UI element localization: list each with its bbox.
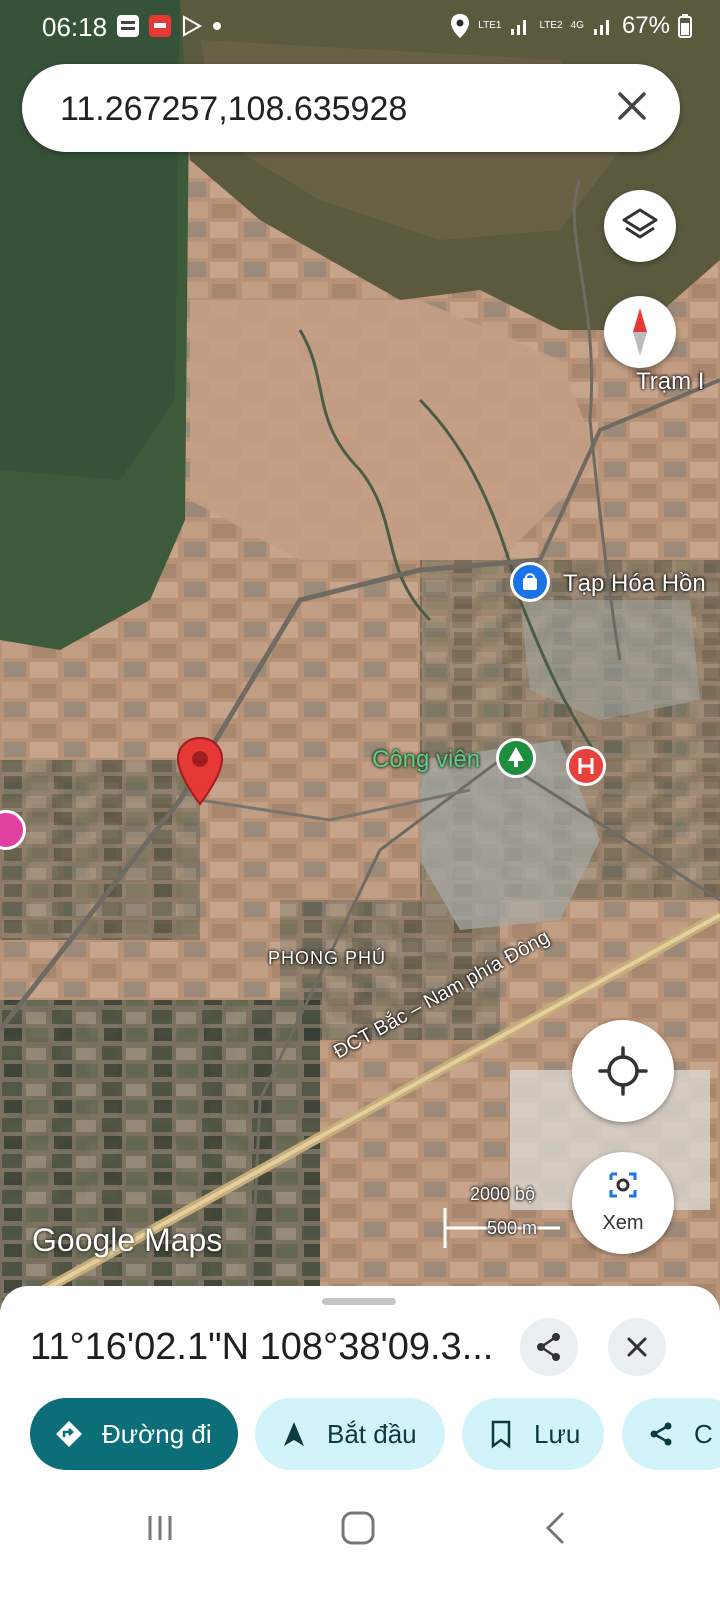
place-label-cong-vien[interactable]: Công viên <box>372 746 480 774</box>
close-sheet-button[interactable] <box>608 1318 666 1376</box>
share-icon <box>537 1333 560 1361</box>
place-label-tram[interactable]: Trạm I <box>636 368 704 396</box>
signal-icon <box>593 20 609 35</box>
share-button[interactable] <box>520 1318 578 1376</box>
shop-poi-marker[interactable] <box>510 562 550 602</box>
status-indicators: LTE1 LTE2 4G 67% <box>450 12 692 40</box>
compass-button[interactable] <box>604 296 676 368</box>
save-button[interactable]: Lưu <box>462 1398 604 1470</box>
start-button[interactable]: Bắt đầu <box>255 1398 445 1470</box>
bookmark-icon <box>486 1419 516 1449</box>
shopping-bag-icon <box>523 573 537 590</box>
layers-icon <box>622 208 658 239</box>
battery-icon <box>678 14 692 38</box>
share-chip-button[interactable]: C <box>622 1398 720 1470</box>
map-view[interactable]: 06:18 LTE1 LTE2 4G 67% 11.267257,108.635… <box>0 0 720 1320</box>
coordinates-title: 11°16'02.1"N 108°38'09.3... <box>30 1326 494 1368</box>
close-icon[interactable] <box>612 86 652 126</box>
back-icon[interactable] <box>536 1508 576 1548</box>
sim2-label: LTE2 <box>539 20 563 31</box>
camera-icon <box>609 1172 637 1198</box>
system-nav-bar <box>0 1480 720 1605</box>
save-label: Lưu <box>534 1418 581 1449</box>
place-label-tap-hoa[interactable]: Tạp Hóa Hồn <box>563 570 706 598</box>
status-app-icons <box>116 14 222 38</box>
hospital-icon <box>578 758 594 774</box>
pdf-icon <box>149 15 171 37</box>
layers-button[interactable] <box>604 190 676 262</box>
navigation-arrow-icon <box>279 1419 309 1449</box>
sheet-handle[interactable] <box>322 1298 396 1305</box>
status-time: 06:18 <box>42 12 108 42</box>
park-poi-marker[interactable] <box>496 738 536 778</box>
location-pin-icon[interactable] <box>176 736 224 806</box>
hospital-poi-marker[interactable] <box>566 746 606 786</box>
baomoi-icon <box>117 15 139 37</box>
scale-metric: 500 m <box>487 1218 538 1238</box>
location-icon <box>451 14 470 38</box>
crosshair-icon <box>598 1046 648 1096</box>
battery-percent: 67% <box>621 12 670 39</box>
play-store-icon <box>183 15 203 37</box>
home-icon[interactable] <box>336 1506 380 1550</box>
scale-imperial: 2000 bộ <box>470 1184 536 1204</box>
share-icon <box>646 1419 676 1449</box>
my-location-button[interactable] <box>572 1020 674 1122</box>
view-button-label: Xem <box>602 1212 644 1234</box>
view-button[interactable]: Xem <box>572 1152 674 1254</box>
start-label: Bắt đầu <box>327 1418 417 1449</box>
search-bar[interactable]: 11.267257,108.635928 <box>22 64 680 152</box>
directions-icon <box>54 1419 84 1449</box>
sim1-label: LTE1 <box>478 20 502 31</box>
google-maps-watermark: Google Maps <box>32 1222 223 1258</box>
place-label-phong-phu: PHONG PHÚ <box>268 948 387 968</box>
share-chip-label: C <box>694 1418 713 1449</box>
status-bar: 06:18 LTE1 LTE2 4G 67% <box>0 0 720 56</box>
recent-apps-icon[interactable] <box>140 1508 180 1548</box>
notification-dot-icon <box>213 22 221 30</box>
network-label: 4G <box>570 20 584 31</box>
signal-icon <box>511 20 527 35</box>
directions-button[interactable]: Đường đi <box>30 1398 238 1470</box>
compass-icon <box>633 308 647 356</box>
search-input[interactable]: 11.267257,108.635928 <box>60 90 407 129</box>
directions-label: Đường đi <box>102 1418 212 1449</box>
tree-icon <box>508 747 524 767</box>
close-icon <box>627 1337 647 1357</box>
